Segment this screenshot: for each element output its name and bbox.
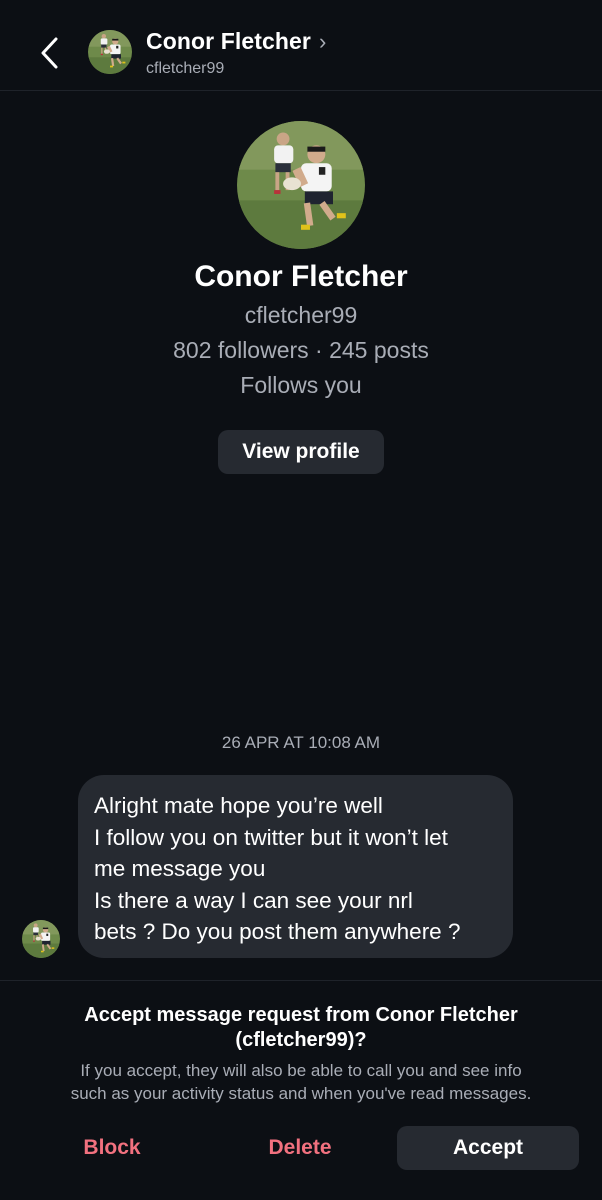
- block-button[interactable]: Block: [62, 1126, 162, 1170]
- chevron-left-icon: [41, 37, 58, 69]
- request-description-line: such as your activity status and when yo…: [70, 1084, 532, 1103]
- profile-stats: 802 followers · 245 posts: [173, 337, 429, 363]
- message-timestamp: 26 APR AT 10:08 AM: [221, 733, 381, 752]
- header-username: cfletcher99: [146, 60, 225, 77]
- request-title-line: Accept message request from Conor Fletch…: [84, 1004, 518, 1026]
- avatar-photo: [88, 30, 132, 74]
- back-button[interactable]: [32, 34, 66, 72]
- message-line: bets ? Do you post them anywhere ?: [94, 919, 461, 944]
- sender-avatar[interactable]: [22, 920, 60, 958]
- conversation-header: Conor Fletcher › cfletcher99: [0, 0, 602, 91]
- header-name: Conor Fletcher: [146, 28, 311, 54]
- message-line: Alright mate hope you’re well: [94, 793, 383, 818]
- delete-button[interactable]: Delete: [250, 1126, 350, 1170]
- request-description-line: If you accept, they will also be able to…: [80, 1061, 522, 1080]
- header-avatar[interactable]: [88, 30, 132, 74]
- request-title-line: (cfletcher99)?: [235, 1029, 367, 1051]
- follows-you-label: Follows you: [240, 372, 362, 398]
- view-profile-button[interactable]: View profile: [218, 430, 384, 474]
- message-bubble[interactable]: Alright mate hope you’re well I follow y…: [78, 775, 513, 958]
- avatar-photo: [22, 920, 60, 958]
- profile-avatar[interactable]: [237, 121, 365, 249]
- avatar-photo: [237, 121, 365, 249]
- header-name-link[interactable]: Conor Fletcher ›: [146, 28, 326, 55]
- request-title: Accept message request from Conor Fletch…: [30, 1003, 572, 1053]
- accept-button[interactable]: Accept: [397, 1126, 579, 1170]
- message-line: me message you: [94, 856, 266, 881]
- profile-username: cfletcher99: [244, 302, 358, 328]
- message-line: Is there a way I can see your nrl: [94, 887, 413, 913]
- message-request-panel: Accept message request from Conor Fletch…: [0, 980, 602, 1200]
- request-description: If you accept, they will also be able to…: [22, 1059, 580, 1105]
- profile-name: Conor Fletcher: [194, 260, 408, 293]
- message-line: I follow you on twitter but it won’t let: [94, 824, 448, 850]
- chevron-right-icon: ›: [318, 28, 327, 54]
